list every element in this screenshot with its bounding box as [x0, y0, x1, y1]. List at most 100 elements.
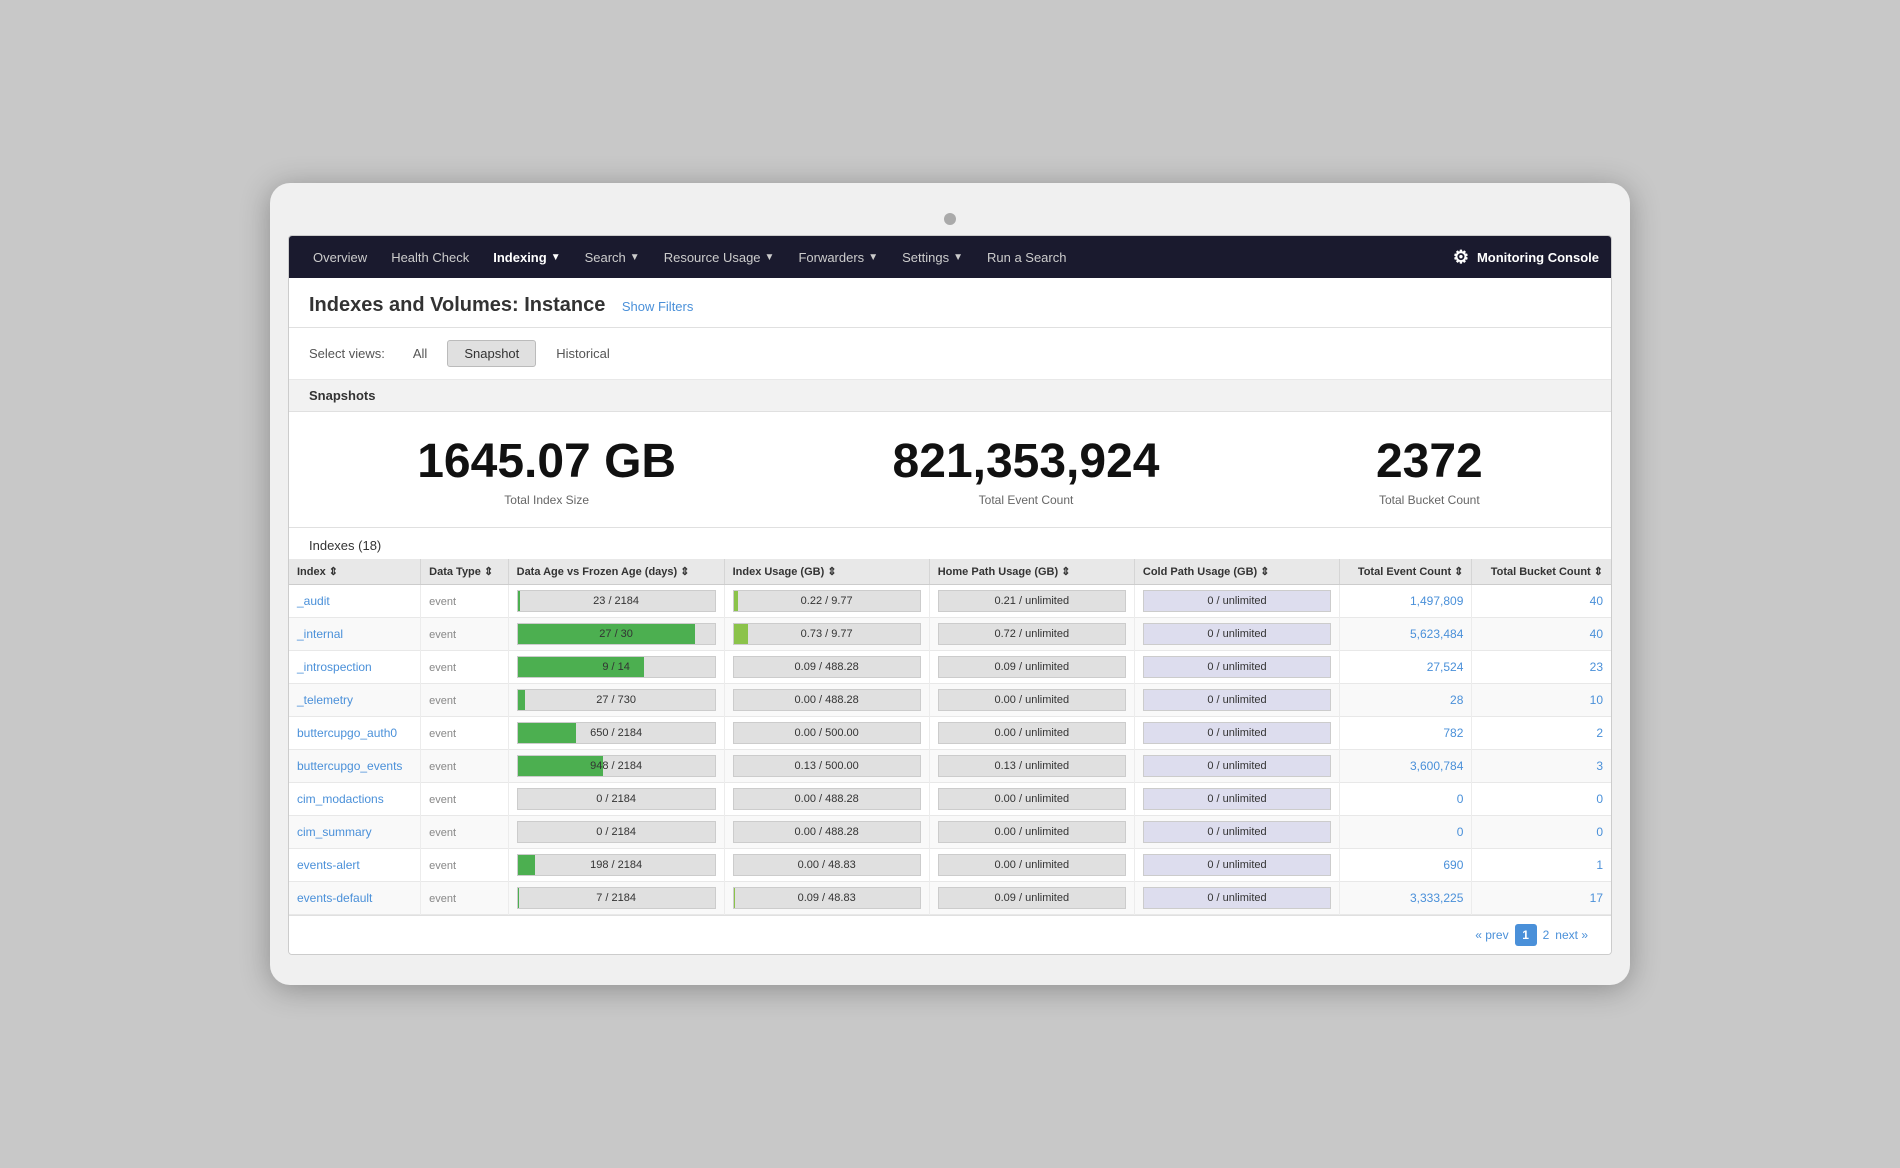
- event-count-cell[interactable]: 3,333,225: [1340, 881, 1472, 914]
- index-name-cell[interactable]: events-default: [289, 881, 421, 914]
- bucket-count-cell[interactable]: 23: [1472, 650, 1611, 683]
- bucket-count-value[interactable]: 2: [1596, 726, 1603, 740]
- index-usage-bar: 0.13 / 500.00: [733, 755, 921, 777]
- view-all-button[interactable]: All: [397, 341, 443, 366]
- col-cold-path[interactable]: Cold Path Usage (GB) ⇕: [1134, 559, 1339, 585]
- nav-settings[interactable]: Settings ▼: [890, 236, 975, 278]
- col-event-count[interactable]: Total Event Count ⇕: [1340, 559, 1472, 585]
- bucket-count-value[interactable]: 40: [1590, 627, 1603, 641]
- index-name-link[interactable]: events-alert: [297, 858, 360, 872]
- event-count-value[interactable]: 0: [1457, 825, 1464, 839]
- event-count-value[interactable]: 690: [1443, 858, 1463, 872]
- event-count-cell[interactable]: 5,623,484: [1340, 617, 1472, 650]
- bucket-count-value[interactable]: 40: [1590, 594, 1603, 608]
- view-historical-button[interactable]: Historical: [540, 341, 625, 366]
- event-count-value[interactable]: 0: [1457, 792, 1464, 806]
- total-bucket-count-stat: 2372 Total Bucket Count: [1376, 436, 1483, 507]
- show-filters-link[interactable]: Show Filters: [622, 299, 694, 314]
- index-name-link[interactable]: cim_modactions: [297, 792, 384, 806]
- data-age-text: 27 / 30: [599, 628, 633, 640]
- current-page[interactable]: 1: [1515, 924, 1537, 946]
- event-count-value[interactable]: 1,497,809: [1410, 594, 1463, 608]
- col-bucket-count[interactable]: Total Bucket Count ⇕: [1472, 559, 1611, 585]
- event-count-value[interactable]: 782: [1443, 726, 1463, 740]
- next-page-link[interactable]: next »: [1555, 928, 1588, 942]
- nav-overview[interactable]: Overview: [301, 236, 379, 278]
- index-name-link[interactable]: _telemetry: [297, 693, 353, 707]
- index-name-link[interactable]: _introspection: [297, 660, 372, 674]
- index-name-link[interactable]: _internal: [297, 627, 343, 641]
- table-row: _auditevent 23 / 2184 0.22 / 9.77 0.21 /…: [289, 584, 1611, 617]
- index-usage-text: 0.73 / 9.77: [801, 628, 853, 640]
- view-snapshot-button[interactable]: Snapshot: [447, 340, 536, 367]
- bucket-count-cell[interactable]: 40: [1472, 617, 1611, 650]
- event-count-cell[interactable]: 0: [1340, 782, 1472, 815]
- table-row: cim_modactionsevent 0 / 2184 0.00 / 488.…: [289, 782, 1611, 815]
- nav-forwarders[interactable]: Forwarders ▼: [786, 236, 890, 278]
- bucket-count-cell[interactable]: 0: [1472, 815, 1611, 848]
- bucket-count-value[interactable]: 0: [1596, 825, 1603, 839]
- nav-resource-usage[interactable]: Resource Usage ▼: [652, 236, 787, 278]
- col-index[interactable]: Index ⇕: [289, 559, 421, 585]
- table-body: _auditevent 23 / 2184 0.22 / 9.77 0.21 /…: [289, 584, 1611, 914]
- col-index-usage[interactable]: Index Usage (GB) ⇕: [724, 559, 929, 585]
- cold-path-text: 0 / unlimited: [1207, 694, 1266, 706]
- nav-search-arrow: ▼: [630, 252, 640, 263]
- index-name-cell[interactable]: buttercupgo_auth0: [289, 716, 421, 749]
- bucket-count-cell[interactable]: 1: [1472, 848, 1611, 881]
- index-name-cell[interactable]: events-alert: [289, 848, 421, 881]
- event-count-value[interactable]: 5,623,484: [1410, 627, 1463, 641]
- index-name-link[interactable]: buttercupgo_auth0: [297, 726, 397, 740]
- index-name-cell[interactable]: buttercupgo_events: [289, 749, 421, 782]
- index-name-cell[interactable]: _introspection: [289, 650, 421, 683]
- cold-path-bar: 0 / unlimited: [1143, 722, 1331, 744]
- nav-search[interactable]: Search ▼: [573, 236, 652, 278]
- indexes-table-header: Indexes (18): [289, 528, 1611, 559]
- index-name-link[interactable]: events-default: [297, 891, 372, 905]
- index-name-cell[interactable]: cim_modactions: [289, 782, 421, 815]
- nav-indexing[interactable]: Indexing ▼: [481, 236, 572, 278]
- nav-health-check[interactable]: Health Check: [379, 236, 481, 278]
- bucket-count-cell[interactable]: 10: [1472, 683, 1611, 716]
- bucket-count-value[interactable]: 3: [1596, 759, 1603, 773]
- col-data-type[interactable]: Data Type ⇕: [421, 559, 508, 585]
- index-name-cell[interactable]: _internal: [289, 617, 421, 650]
- cold-path-text: 0 / unlimited: [1207, 892, 1266, 904]
- event-count-cell[interactable]: 3,600,784: [1340, 749, 1472, 782]
- bucket-count-value[interactable]: 23: [1590, 660, 1603, 674]
- event-count-value[interactable]: 3,600,784: [1410, 759, 1463, 773]
- index-name-link[interactable]: cim_summary: [297, 825, 372, 839]
- index-name-cell[interactable]: _telemetry: [289, 683, 421, 716]
- index-name-link[interactable]: buttercupgo_events: [297, 759, 402, 773]
- col-data-age[interactable]: Data Age vs Frozen Age (days) ⇕: [508, 559, 724, 585]
- event-count-value[interactable]: 28: [1450, 693, 1463, 707]
- index-name-cell[interactable]: _audit: [289, 584, 421, 617]
- event-count-cell[interactable]: 782: [1340, 716, 1472, 749]
- bucket-count-cell[interactable]: 40: [1472, 584, 1611, 617]
- event-count-cell[interactable]: 28: [1340, 683, 1472, 716]
- bucket-count-value[interactable]: 1: [1596, 858, 1603, 872]
- event-count-cell[interactable]: 1,497,809: [1340, 584, 1472, 617]
- bucket-count-cell[interactable]: 3: [1472, 749, 1611, 782]
- bucket-count-value[interactable]: 10: [1590, 693, 1603, 707]
- bucket-count-value[interactable]: 0: [1596, 792, 1603, 806]
- index-name-link[interactable]: _audit: [297, 594, 330, 608]
- device-frame: Overview Health Check Indexing ▼ Search …: [270, 183, 1630, 985]
- event-count-value[interactable]: 27,524: [1427, 660, 1464, 674]
- prev-page-link[interactable]: « prev: [1475, 928, 1508, 942]
- event-count-cell[interactable]: 27,524: [1340, 650, 1472, 683]
- bucket-count-value[interactable]: 17: [1590, 891, 1603, 905]
- data-age-text: 27 / 730: [596, 694, 636, 706]
- event-count-cell[interactable]: 0: [1340, 815, 1472, 848]
- nav-run-search[interactable]: Run a Search: [975, 236, 1079, 278]
- event-count-cell[interactable]: 690: [1340, 848, 1472, 881]
- data-age-cell: 650 / 2184: [508, 716, 724, 749]
- next-page-number-link[interactable]: 2: [1543, 928, 1550, 942]
- event-count-value[interactable]: 3,333,225: [1410, 891, 1463, 905]
- col-home-path[interactable]: Home Path Usage (GB) ⇕: [929, 559, 1134, 585]
- bucket-count-cell[interactable]: 2: [1472, 716, 1611, 749]
- index-name-cell[interactable]: cim_summary: [289, 815, 421, 848]
- total-index-size-value: 1645.07 GB: [417, 436, 676, 489]
- bucket-count-cell[interactable]: 17: [1472, 881, 1611, 914]
- bucket-count-cell[interactable]: 0: [1472, 782, 1611, 815]
